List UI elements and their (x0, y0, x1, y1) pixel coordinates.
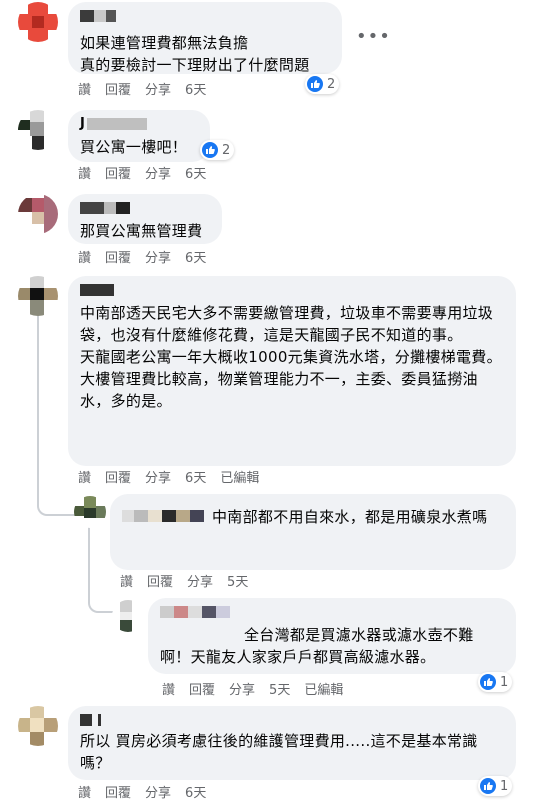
reply-button[interactable]: 回覆 (105, 82, 131, 100)
commenter-name[interactable] (122, 508, 204, 524)
like-button[interactable]: 讚 (78, 785, 91, 803)
reply-button[interactable]: 回覆 (189, 682, 215, 700)
comment-text: 買公寓一樓吧！ (80, 138, 188, 156)
like-button[interactable]: 讚 (162, 682, 175, 700)
like-reaction-icon (480, 778, 496, 794)
more-options-icon[interactable]: ••• (356, 26, 391, 47)
like-reaction-icon (307, 76, 323, 92)
reply-button[interactable]: 回覆 (147, 574, 173, 592)
reply-button[interactable]: 回覆 (105, 166, 131, 184)
comment-text: 全台灣都是買濾水器或濾水壺不難啊！天龍友人家家戶戶都買高級濾水器。 (160, 626, 474, 666)
avatar[interactable] (18, 194, 58, 234)
reply-bubble: 全台灣都是買濾水器或濾水壺不難啊！天龍友人家家戶戶都買高級濾水器。 (148, 598, 516, 674)
comment-bubble: 所以 買房必須考慮往後的維護管理費用.....這不是基本常識嗎？ (68, 706, 516, 780)
commenter-name[interactable] (80, 282, 504, 298)
comment-actions: 讚 回覆 分享 6天 (78, 250, 206, 268)
reaction-count[interactable]: 2 (200, 140, 235, 160)
like-button[interactable]: 讚 (78, 470, 91, 488)
avatar[interactable] (18, 110, 58, 150)
reply-button[interactable]: 回覆 (105, 250, 131, 268)
comment-text: 那買公寓無管理費 (80, 222, 203, 240)
comment-timestamp[interactable]: 6天 (185, 785, 206, 803)
avatar[interactable] (18, 276, 58, 316)
share-button[interactable]: 分享 (145, 470, 171, 488)
comment-timestamp[interactable]: 6天 (185, 250, 206, 268)
commenter-name[interactable] (160, 604, 504, 620)
edited-label: 已編輯 (220, 471, 260, 486)
comment-actions: 讚 回覆 分享 6天 (78, 785, 206, 803)
commenter-name[interactable] (80, 200, 210, 216)
like-button[interactable]: 讚 (120, 574, 133, 592)
like-button[interactable]: 讚 (78, 166, 91, 184)
reaction-count[interactable]: 2 (305, 74, 340, 94)
share-button[interactable]: 分享 (229, 682, 255, 700)
comment-timestamp[interactable]: 6天 (185, 82, 206, 100)
like-reaction-icon (202, 142, 218, 158)
comment-timestamp[interactable]: 5天 (227, 574, 248, 592)
comment-text: 中南部透天民宅大多不需要繳管理費，垃圾車不需要專用垃圾袋，也沒有什麼維修花費，這… (80, 304, 502, 410)
like-button[interactable]: 讚 (78, 250, 91, 268)
avatar[interactable] (18, 706, 58, 746)
reply-bubble: 中南部都不用自來水，都是用礦泉水煮嗎 (110, 494, 516, 570)
comment-bubble: 中南部透天民宅大多不需要繳管理費，垃圾車不需要專用垃圾袋，也沒有什麼維修花費，這… (68, 276, 516, 466)
comment-text: 所以 買房必須考慮往後的維護管理費用.....這不是基本常識嗎？ (80, 732, 478, 772)
comment-bubble: 那買公寓無管理費 (68, 194, 222, 244)
share-button[interactable]: 分享 (145, 785, 171, 803)
commenter-name[interactable] (80, 712, 504, 728)
comment-timestamp[interactable]: 6天 (185, 470, 206, 488)
comment-actions: 讚 回覆 分享 6天 (78, 82, 206, 100)
edited-label: 已編輯 (304, 683, 344, 698)
share-button[interactable]: 分享 (145, 250, 171, 268)
like-reaction-icon (480, 674, 496, 690)
comment-text: 如果連管理費都無法負擔 真的要檢討一下理財出了什麼問題 (80, 34, 310, 74)
reaction-count[interactable]: 1 (478, 672, 513, 692)
share-button[interactable]: 分享 (145, 166, 171, 184)
avatar[interactable] (18, 2, 58, 42)
like-button[interactable]: 讚 (78, 82, 91, 100)
comment-timestamp[interactable]: 5天 (269, 682, 290, 700)
comment-actions: 讚 回覆 分享 5天 (120, 574, 248, 592)
reply-button[interactable]: 回覆 (105, 785, 131, 803)
reaction-count[interactable]: 1 (478, 776, 513, 796)
avatar[interactable] (74, 496, 106, 528)
comment-timestamp[interactable]: 6天 (185, 166, 206, 184)
share-button[interactable]: 分享 (187, 574, 213, 592)
comment-actions: 讚 回覆 分享 6天 (78, 166, 206, 184)
comment-bubble: J 買公寓一樓吧！ (68, 110, 210, 162)
comment-actions: 讚 回覆 分享 6天 已編輯 (78, 470, 259, 488)
comment-actions: 讚 回覆 分享 5天 已編輯 (162, 682, 343, 700)
share-button[interactable]: 分享 (145, 82, 171, 100)
avatar[interactable] (112, 600, 144, 632)
commenter-name[interactable]: J (80, 116, 198, 132)
commenter-name[interactable] (80, 8, 330, 24)
reply-button[interactable]: 回覆 (105, 470, 131, 488)
comment-bubble: 如果連管理費都無法負擔 真的要檢討一下理財出了什麼問題 (68, 2, 342, 74)
